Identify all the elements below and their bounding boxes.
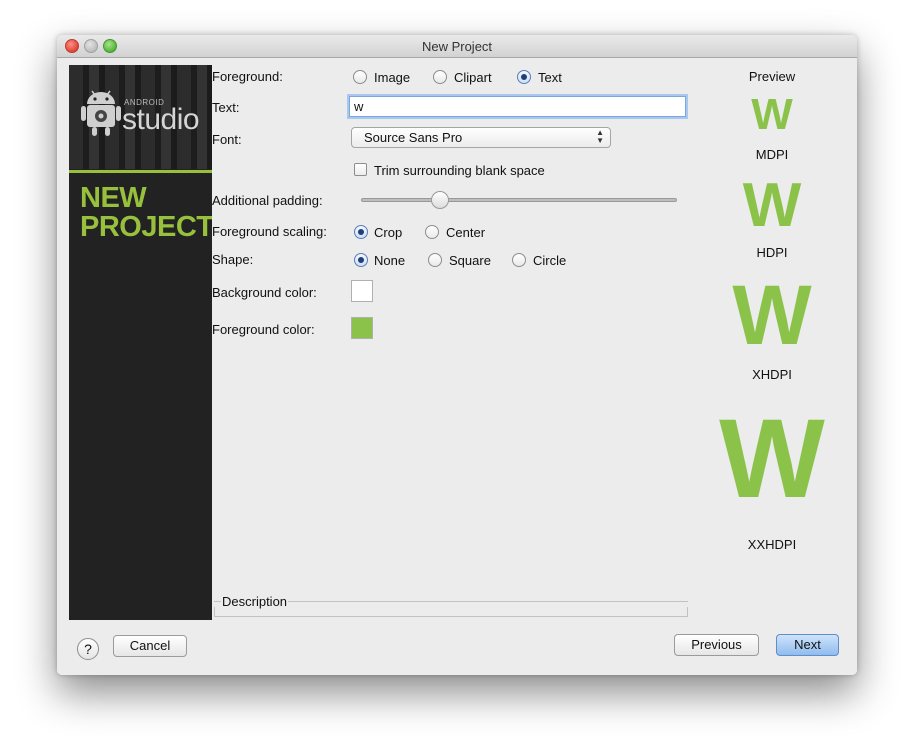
text-label: Text: [212,100,240,115]
foreground-color-swatch[interactable] [351,317,373,339]
preview-mdpi-label: MDPI [755,147,789,162]
cancel-button[interactable]: Cancel [113,635,187,657]
description-label: Description [221,594,289,609]
next-button[interactable]: Next [776,634,839,656]
select-arrows-icon: ▲ ▼ [596,128,604,145]
font-select[interactable]: Source Sans Pro ▲ ▼ [351,127,611,148]
foreground-text-radio[interactable] [517,70,531,84]
preview-hdpi-glyph: W [742,171,802,240]
foreground-image-label[interactable]: Image [374,70,410,85]
shape-label: Shape: [212,252,254,267]
preview-xxhdpi-label: XXHDPI [747,537,797,552]
background-color-swatch[interactable] [351,280,373,302]
new-project-window: New Project ANDROID studio NEW PROJECT F… [57,35,857,675]
preview-title: Preview [748,69,796,84]
trim-checkbox[interactable] [354,163,367,176]
foreground-text-label[interactable]: Text [538,70,562,85]
padding-slider-track[interactable] [361,198,677,202]
text-input[interactable]: w [349,96,686,117]
shape-none-label[interactable]: None [374,253,405,268]
foreground-color-label: Foreground color: [212,322,315,337]
banner-heading-line2: PROJECT [80,211,212,243]
sidebar-banner: ANDROID studio NEW PROJECT [69,65,212,620]
title-bar[interactable]: New Project [57,35,857,58]
trim-label[interactable]: Trim surrounding blank space [374,163,545,178]
shape-circle-label[interactable]: Circle [533,253,566,268]
foreground-label: Foreground: [212,69,283,84]
scaling-crop-radio[interactable] [354,225,368,239]
font-label: Font: [212,132,242,147]
padding-slider-thumb[interactable] [431,191,449,209]
shape-none-radio[interactable] [354,253,368,267]
scaling-label: Foreground scaling: [212,224,327,239]
foreground-image-radio[interactable] [353,70,367,84]
preview-xhdpi-label: XHDPI [752,367,792,382]
window-title: New Project [421,39,493,54]
preview-xhdpi-glyph: W [732,268,812,362]
android-studio-logo-icon [81,90,121,136]
preview-mdpi-glyph: W [751,90,793,139]
banner-accent-rule [69,170,212,173]
banner-heading-line1: NEW [80,182,147,214]
scaling-center-label[interactable]: Center [446,225,485,240]
shape-square-label[interactable]: Square [449,253,491,268]
preview-hdpi-label: HDPI [756,245,788,260]
foreground-clipart-label[interactable]: Clipart [454,70,492,85]
help-button[interactable]: ? [77,638,99,660]
shape-circle-radio[interactable] [512,253,526,267]
shape-square-radio[interactable] [428,253,442,267]
padding-label: Additional padding: [212,193,323,208]
background-color-label: Background color: [212,285,317,300]
font-select-value: Source Sans Pro [364,130,463,145]
preview-xxhdpi-glyph: W [719,396,825,521]
studio-label: studio [122,103,200,136]
scaling-center-radio[interactable] [425,225,439,239]
banner-heading: NEW PROJECT [80,184,212,242]
scaling-crop-label[interactable]: Crop [374,225,402,240]
foreground-clipart-radio[interactable] [433,70,447,84]
previous-button[interactable]: Previous [674,634,759,656]
